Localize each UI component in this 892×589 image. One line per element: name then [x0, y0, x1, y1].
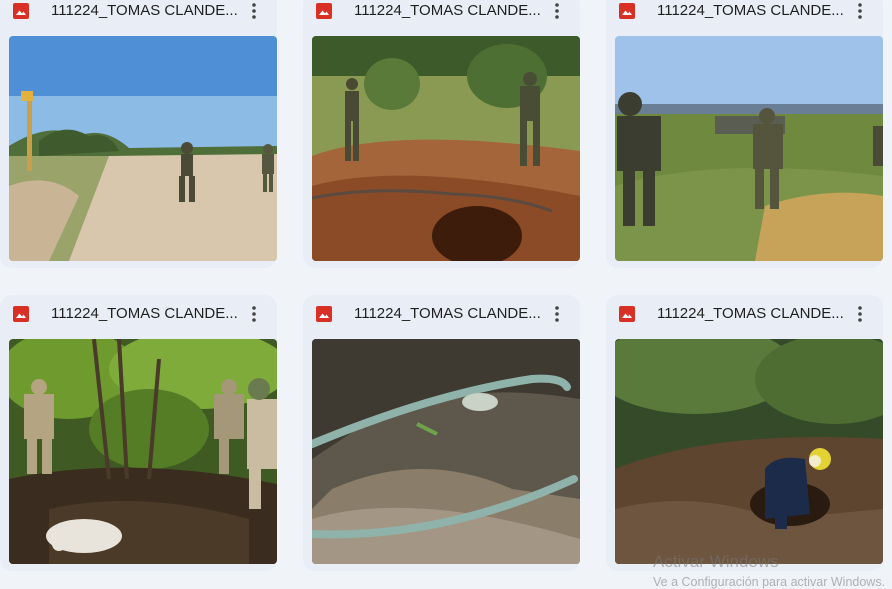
more-vertical-icon	[252, 306, 256, 322]
more-options-button[interactable]	[241, 0, 267, 24]
image-file-icon	[316, 3, 332, 19]
watermark-subtitle: Ve a Configuración para activar Windows.	[653, 575, 886, 589]
image-file-icon	[13, 306, 29, 322]
card-header: 111224_TOMAS CLANDE...	[606, 295, 883, 335]
file-card[interactable]: 111224_TOMAS CLANDE...	[606, 295, 883, 571]
file-card[interactable]: 111224_TOMAS CLANDE...	[303, 295, 580, 571]
file-name: 111224_TOMAS CLANDE...	[354, 2, 541, 19]
more-vertical-icon	[555, 3, 559, 19]
card-header: 111224_TOMAS CLANDE...	[606, 0, 883, 32]
image-thumbnail[interactable]	[9, 339, 277, 564]
image-thumbnail[interactable]	[312, 36, 580, 261]
image-thumbnail[interactable]	[312, 339, 580, 564]
image-file-icon	[619, 3, 635, 19]
more-options-button[interactable]	[544, 301, 570, 327]
file-name: 111224_TOMAS CLANDE...	[51, 305, 238, 322]
more-vertical-icon	[858, 3, 862, 19]
file-card[interactable]: 111224_TOMAS CLANDE...	[606, 0, 883, 268]
more-options-button[interactable]	[544, 0, 570, 24]
more-options-button[interactable]	[847, 0, 873, 24]
file-card[interactable]: 111224_TOMAS CLANDE...	[0, 295, 277, 571]
file-name: 111224_TOMAS CLANDE...	[657, 305, 844, 322]
more-vertical-icon	[555, 306, 559, 322]
image-file-icon	[619, 306, 635, 322]
image-thumbnail[interactable]	[615, 36, 883, 261]
image-thumbnail[interactable]	[9, 36, 277, 261]
file-name: 111224_TOMAS CLANDE...	[657, 2, 844, 19]
card-header: 111224_TOMAS CLANDE...	[0, 295, 277, 335]
file-card[interactable]: 111224_TOMAS CLANDE...	[303, 0, 580, 268]
image-file-icon	[316, 306, 332, 322]
card-header: 111224_TOMAS CLANDE...	[303, 295, 580, 335]
card-header: 111224_TOMAS CLANDE...	[0, 0, 277, 32]
more-vertical-icon	[858, 306, 862, 322]
image-file-icon	[13, 3, 29, 19]
image-thumbnail[interactable]	[615, 339, 883, 564]
card-header: 111224_TOMAS CLANDE...	[303, 0, 580, 32]
more-vertical-icon	[252, 3, 256, 19]
file-name: 111224_TOMAS CLANDE...	[354, 305, 541, 322]
file-card[interactable]: 111224_TOMAS CLANDE...	[0, 0, 277, 268]
more-options-button[interactable]	[241, 301, 267, 327]
file-name: 111224_TOMAS CLANDE...	[51, 2, 238, 19]
more-options-button[interactable]	[847, 301, 873, 327]
